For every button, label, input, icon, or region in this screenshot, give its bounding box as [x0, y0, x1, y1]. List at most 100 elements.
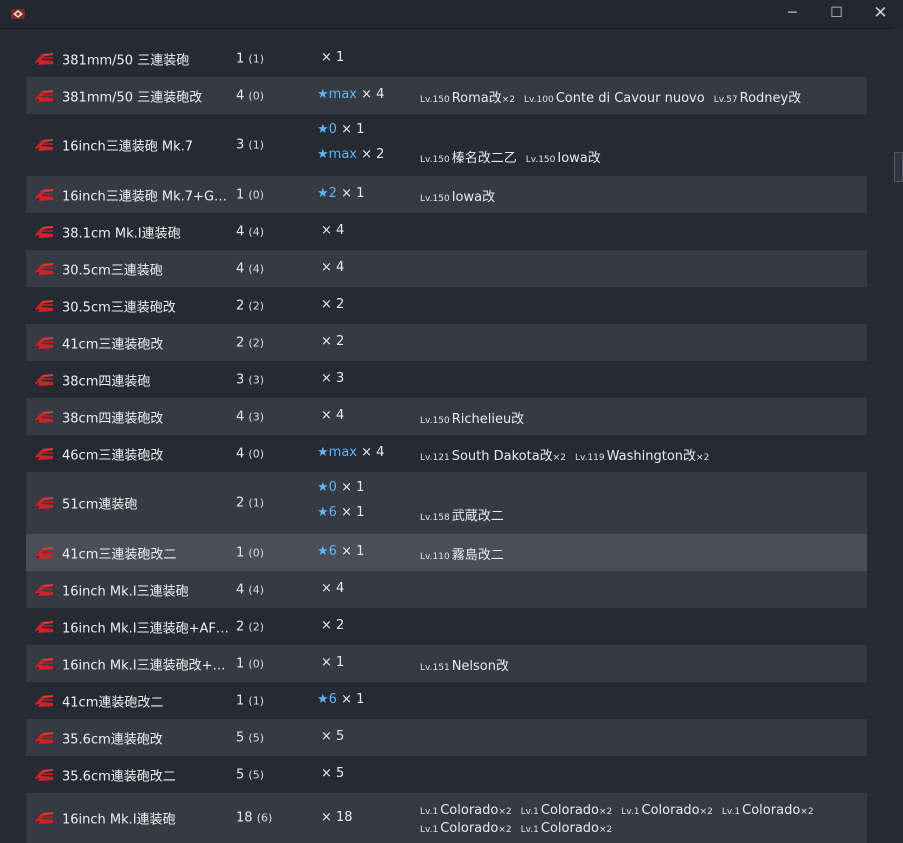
- ship-level: Lv.1: [721, 807, 741, 817]
- ship-entry: Lv.150 Iowa改: [526, 151, 601, 166]
- improvement-quantity: × 5: [321, 766, 345, 781]
- unequipped-count: (2): [248, 299, 265, 312]
- maximize-button[interactable]: ☐: [814, 0, 859, 28]
- equipment-row[interactable]: 16inch Mk.I三連装砲+AFCT改 2 (2) × 2: [26, 608, 867, 645]
- equipped-ships: Lv.150 Richelieu改: [420, 398, 865, 435]
- equipment-name: 16inch三連装砲 Mk.7: [62, 139, 194, 155]
- unequipped-count: (1): [248, 138, 265, 152]
- ship-name: 武蔵改二: [451, 509, 504, 524]
- ship-entry: Lv.150 Iowa改: [420, 190, 495, 205]
- equipment-name: 16inch Mk.I三連装砲: [62, 584, 189, 599]
- main-gun-icon: [35, 497, 53, 509]
- ship-equip-count: ×2: [599, 825, 613, 835]
- improvement-line: × 1: [317, 655, 344, 670]
- improvement-star: ★max: [317, 445, 357, 460]
- unequipped-count: (0): [248, 546, 265, 559]
- equipment-row[interactable]: 38.1cm Mk.I連装砲 4 (4) × 4: [26, 213, 867, 250]
- minimize-button[interactable]: ─: [770, 0, 815, 28]
- close-button[interactable]: ✕: [858, 0, 903, 28]
- equipment-name: 16inch Mk.I連装砲: [62, 812, 176, 828]
- total-count: 1: [236, 51, 245, 66]
- total-count: 18: [236, 810, 253, 826]
- equipment-row[interactable]: 38cm四連装砲 3 (3) × 3: [26, 361, 867, 398]
- ship-name: Rodney改: [739, 91, 802, 106]
- unequipped-count: (1): [248, 52, 265, 65]
- unequipped-count: (0): [248, 188, 265, 201]
- equipment-count: 2 (2): [236, 335, 264, 350]
- ship-line: Lv.150 Roma改×2 Lv.100 Conte di Cavour nuovo…: [420, 87, 810, 106]
- equipment-row[interactable]: 38cm四連装砲改 4 (3) × 4 Lv.150 Richelieu改: [26, 398, 867, 435]
- equipment-row[interactable]: 41cm三連装砲改 2 (2) × 2: [26, 324, 867, 361]
- main-gun-icon: [35, 447, 53, 460]
- equipment-row[interactable]: 16inch Mk.I三連装砲 4 (4) × 4: [26, 571, 867, 608]
- main-gun-icon: [35, 188, 53, 201]
- ship-entry: Lv.121 South Dakota改×2: [420, 449, 566, 464]
- equipment-row[interactable]: 381mm/50 三連装砲改 4 (0) ★max × 4 Lv.150 Roma改×2…: [26, 77, 867, 114]
- equipment-name: 38cm四連装砲: [62, 374, 151, 389]
- equipment-count: 4 (3): [236, 409, 264, 424]
- equipment-row[interactable]: 51cm連装砲 2 (1) ★0 × 1 ★6 × 1 Lv.158 武蔵改二: [26, 472, 867, 534]
- improvement-line: ★6 × 1: [317, 544, 364, 559]
- improvement-quantity: × 4: [361, 87, 385, 102]
- ship-name: Colorado: [440, 803, 499, 818]
- equipment-row[interactable]: 381mm/50 三連装砲 1 (1) × 1: [26, 40, 867, 77]
- total-count: 5: [236, 730, 245, 745]
- improvement-line: ★6 × 1: [317, 505, 364, 520]
- equipment-row[interactable]: 30.5cm三連装砲改 2 (2) × 2: [26, 287, 867, 324]
- equipment-name: 16inch Mk.I三連装砲改+FC…: [62, 658, 232, 673]
- equipment-count: 5 (5): [236, 767, 264, 782]
- vertical-scrollbar[interactable]: [893, 28, 903, 836]
- main-gun-icon: [35, 262, 53, 275]
- ship-equip-count: ×2: [498, 825, 512, 835]
- improvement-line: × 5: [317, 729, 344, 744]
- unequipped-count: (3): [248, 410, 265, 423]
- equipped-ships: Lv.150 Roma改×2 Lv.100 Conte di Cavour nuovo…: [420, 77, 865, 114]
- total-count: 2: [236, 298, 245, 313]
- improvement-quantity: × 4: [321, 260, 345, 275]
- total-count: 2: [236, 495, 245, 511]
- unequipped-count: (4): [248, 583, 265, 596]
- equipment-count: 1 (0): [236, 187, 264, 202]
- ship-line: Lv.110 霧島改二: [420, 544, 513, 563]
- scrollbar-thumb[interactable]: [894, 152, 903, 182]
- main-gun-icon: [35, 139, 53, 151]
- ship-name: 榛名改二乙: [451, 151, 517, 166]
- main-gun-icon: [35, 410, 53, 423]
- improvement-line: × 2: [317, 334, 344, 349]
- main-gun-icon: [35, 768, 53, 781]
- equipment-count: 18 (6): [236, 811, 272, 826]
- equipment-row[interactable]: 41cm三連装砲改二 1 (0) ★6 × 1 Lv.110 霧島改二: [26, 534, 867, 571]
- equipment-row[interactable]: 16inch三連装砲 Mk.7 3 (1) ★0 × 1 ★max × 2 Lv.150…: [26, 114, 867, 176]
- main-gun-icon: [35, 694, 53, 707]
- equipment-row[interactable]: 30.5cm三連装砲 4 (4) × 4: [26, 250, 867, 287]
- equipment-count: 4 (4): [236, 582, 264, 597]
- equipment-row[interactable]: 16inch三連装砲 Mk.7+GFCS 1 (0) ★2 × 1 Lv.150 Iow…: [26, 176, 867, 213]
- improvement-quantity: × 4: [321, 223, 345, 238]
- ship-level: Lv.150: [420, 416, 450, 426]
- ship-name: 霧島改二: [451, 548, 504, 563]
- unequipped-count: (0): [248, 447, 265, 460]
- equipment-row[interactable]: 35.6cm連装砲改 5 (5) × 5: [26, 719, 867, 756]
- unequipped-count: (0): [248, 657, 265, 670]
- improvement-line: ★6 × 1: [317, 692, 364, 707]
- ship-entry: Lv.1 Colorado×2: [420, 803, 512, 818]
- equipment-name: 41cm三連装砲改: [62, 337, 164, 352]
- improvement-quantity: × 2: [361, 147, 385, 162]
- equipment-row[interactable]: 41cm連装砲改二 1 (1) ★6 × 1: [26, 682, 867, 719]
- equipment-row[interactable]: 35.6cm連装砲改二 5 (5) × 5: [26, 756, 867, 793]
- total-count: 4: [236, 88, 245, 103]
- ship-level: Lv.119: [574, 453, 605, 463]
- equipment-row[interactable]: 46cm三連装砲改 4 (0) ★max × 4 Lv.121 South Dakota…: [26, 435, 867, 472]
- improvement-quantity: × 4: [321, 581, 345, 596]
- ship-level: Lv.150: [525, 155, 556, 165]
- ship-entry: Lv.1 Colorado×2: [420, 821, 512, 836]
- main-gun-icon: [35, 52, 53, 65]
- equipment-row[interactable]: 16inch Mk.I三連装砲改+FC… 1 (0) × 1 Lv.151 Nelson…: [26, 645, 867, 682]
- improvement-quantity: × 1: [321, 50, 345, 65]
- ship-equip-count: ×2: [498, 807, 512, 817]
- unequipped-count: (5): [248, 731, 265, 744]
- ship-level: Lv.150: [420, 95, 450, 105]
- ship-entry: Lv.150 Roma改×2: [420, 91, 515, 106]
- improvement-quantity: × 2: [321, 334, 345, 349]
- equipment-count: 2 (2): [236, 298, 264, 313]
